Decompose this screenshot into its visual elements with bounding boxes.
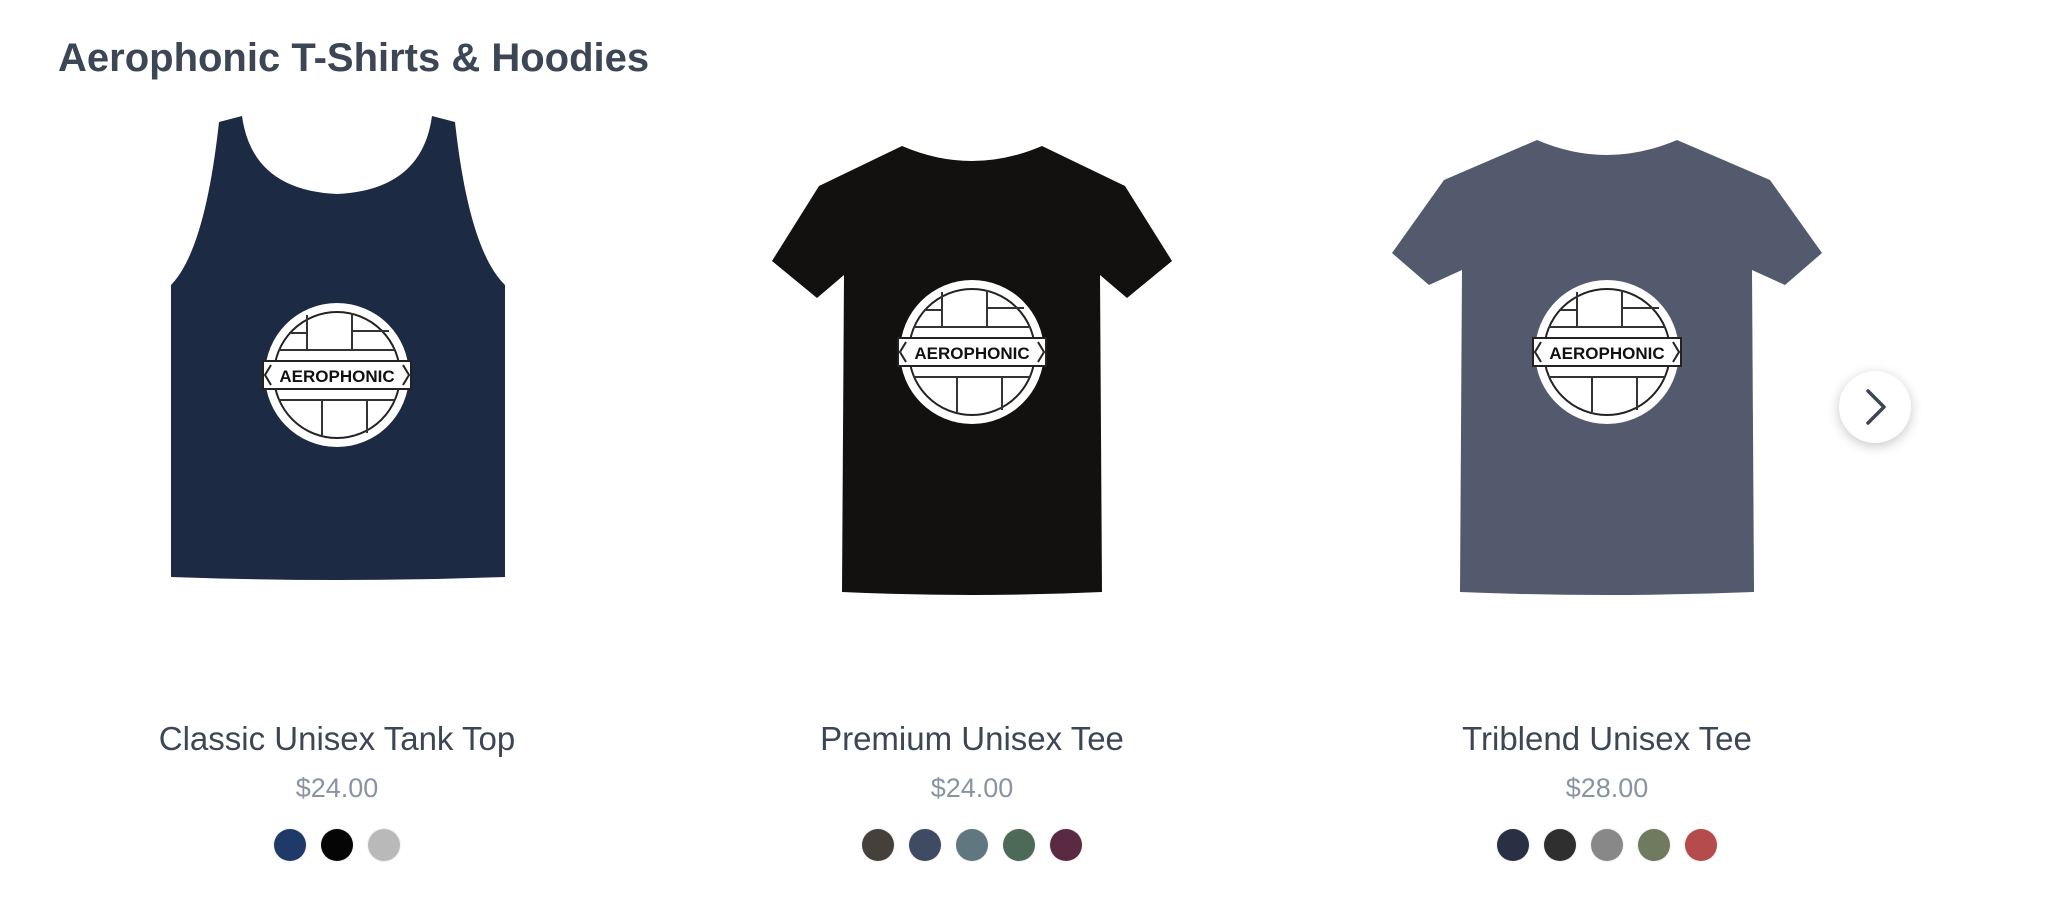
product-image-premium-tee[interactable]: AEROPHONIC (732, 110, 1212, 670)
tank-top-image: AEROPHONIC (171, 116, 505, 580)
color-swatch[interactable] (274, 829, 306, 861)
color-swatches (1287, 829, 1927, 861)
section-title: Aerophonic T-Shirts & Hoodies (58, 36, 650, 80)
triblend-tee-image: AEROPHONIC (1392, 140, 1822, 595)
product-name[interactable]: Premium Unisex Tee (652, 720, 1292, 758)
color-swatch[interactable] (956, 829, 988, 861)
svg-text:AEROPHONIC: AEROPHONIC (1549, 344, 1664, 363)
product-price: $24.00 (295, 773, 379, 803)
color-swatch[interactable] (909, 829, 941, 861)
svg-text:AEROPHONIC: AEROPHONIC (914, 344, 1029, 363)
carousel-next-button[interactable] (1839, 371, 1911, 443)
product-card-premium-tee[interactable]: AEROPHONIC Premium Unisex Tee $24.00 (652, 100, 1292, 900)
color-swatches (652, 829, 1292, 861)
product-card-tank-top[interactable]: AEROPHONIC Classic Unisex Tank Top $24.0… (17, 100, 657, 900)
premium-tee-image: AEROPHONIC (772, 146, 1172, 595)
color-swatch[interactable] (1050, 829, 1082, 861)
product-price: $28.00 (1565, 773, 1649, 803)
color-swatch[interactable] (1544, 829, 1576, 861)
color-swatch[interactable] (1638, 829, 1670, 861)
color-swatch[interactable] (321, 829, 353, 861)
color-swatch[interactable] (1003, 829, 1035, 861)
chevron-right-icon (1866, 389, 1886, 425)
color-swatch[interactable] (1497, 829, 1529, 861)
product-price: $24.00 (930, 773, 1014, 803)
product-image-tank-top[interactable]: AEROPHONIC (97, 110, 577, 670)
product-card-triblend-tee[interactable]: AEROPHONIC Triblend Unisex Tee $28.00 (1287, 100, 1927, 900)
color-swatch[interactable] (862, 829, 894, 861)
color-swatches (17, 829, 657, 861)
color-swatch[interactable] (368, 829, 400, 861)
color-swatch[interactable] (1685, 829, 1717, 861)
color-swatch[interactable] (1591, 829, 1623, 861)
svg-text:AEROPHONIC: AEROPHONIC (279, 367, 394, 386)
product-image-triblend-tee[interactable]: AEROPHONIC (1367, 110, 1847, 670)
product-name[interactable]: Triblend Unisex Tee (1287, 720, 1927, 758)
product-name[interactable]: Classic Unisex Tank Top (17, 720, 657, 758)
